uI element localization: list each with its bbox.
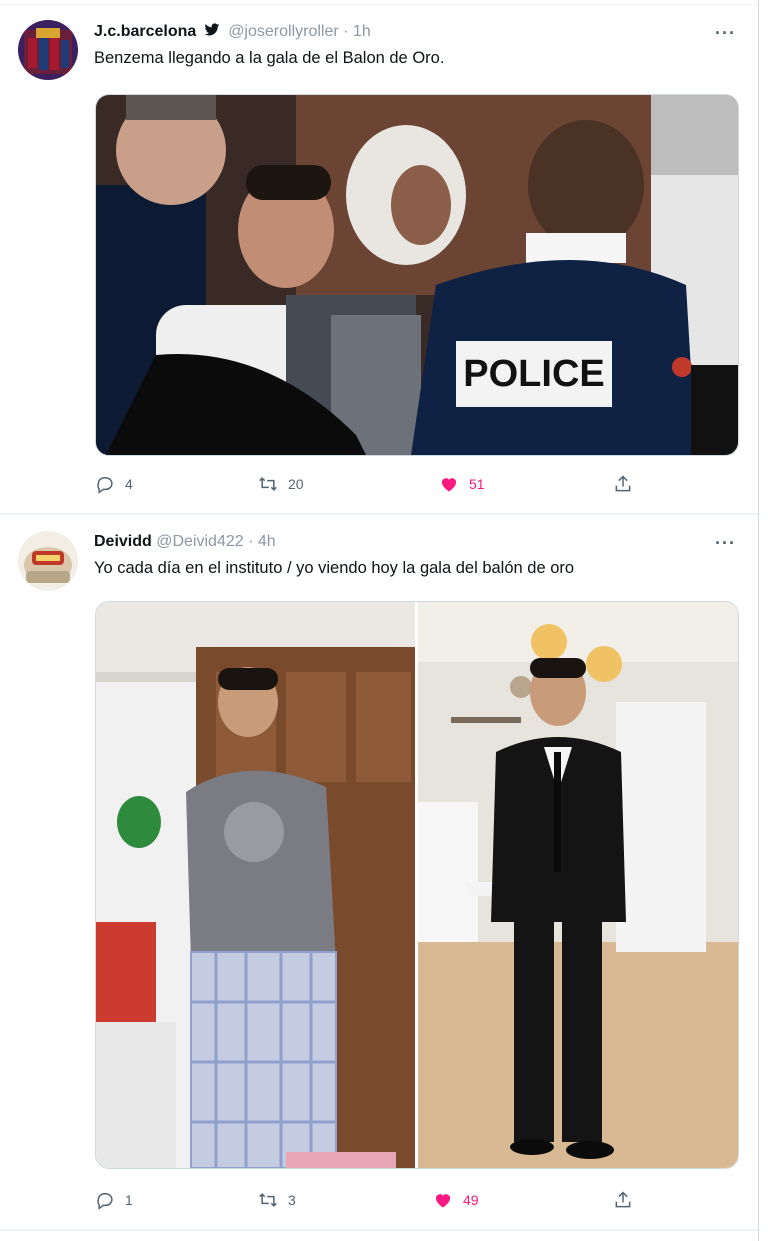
avatar[interactable]: [18, 20, 78, 80]
tweet-photo-collage[interactable]: [95, 601, 739, 1169]
tweet-actions: 1 3 49: [95, 1190, 655, 1214]
tweet-divider: [0, 1229, 758, 1231]
avatar[interactable]: [18, 531, 78, 591]
tweet-actions: 4 20 51: [95, 474, 655, 498]
like-count: 49: [463, 1192, 479, 1208]
more-icon[interactable]: ···: [715, 533, 736, 554]
like-button[interactable]: 51: [439, 474, 485, 494]
heart-icon: [435, 1194, 451, 1208]
handle[interactable]: @Deivid422: [156, 533, 243, 550]
reply-button[interactable]: 1: [95, 1190, 133, 1210]
retweet-button[interactable]: 20: [258, 474, 304, 494]
tweet-header: J.c.barcelona @joserollyroller · 1h: [94, 23, 371, 41]
tweet-2[interactable]: Deividd @Deivid422 · 4h ··· Yo cada día …: [0, 515, 758, 1229]
timeline-border: [758, 0, 759, 1241]
retweet-button[interactable]: 3: [258, 1190, 296, 1210]
verified-bird-icon: [204, 23, 220, 36]
retweet-icon: [259, 477, 277, 491]
share-icon: [615, 475, 631, 492]
tweet-1[interactable]: J.c.barcelona @joserollyroller · 1h ··· …: [0, 5, 758, 513]
like-count: 51: [469, 476, 485, 492]
tweet-text: Yo cada día en el instituto / yo viendo …: [94, 559, 575, 577]
retweet-icon: [259, 1193, 277, 1207]
reply-icon: [97, 476, 113, 494]
share-icon: [615, 1191, 631, 1208]
police-patch-text: POLICE: [463, 353, 604, 395]
more-icon[interactable]: ···: [715, 23, 736, 44]
tweet-text: Benzema llegando a la gala de el Balon d…: [94, 49, 445, 67]
display-name[interactable]: Deividd: [94, 533, 152, 550]
retweet-count: 20: [288, 476, 304, 492]
reply-count: 4: [125, 476, 133, 492]
share-button[interactable]: [613, 474, 633, 494]
reply-icon: [97, 1192, 113, 1210]
like-button[interactable]: 49: [433, 1190, 479, 1210]
reply-button[interactable]: 4: [95, 474, 133, 494]
separator-dot: ·: [343, 23, 349, 40]
heart-icon: [441, 478, 457, 492]
retweet-count: 3: [288, 1192, 296, 1208]
display-name[interactable]: J.c.barcelona: [94, 23, 196, 40]
tweet-header: Deividd @Deivid422 · 4h: [94, 533, 276, 551]
timestamp[interactable]: 4h: [258, 533, 276, 550]
separator-dot: ·: [248, 533, 254, 550]
tweet-photo[interactable]: POLICE: [95, 94, 739, 456]
share-button[interactable]: [613, 1190, 633, 1210]
timestamp[interactable]: 1h: [353, 23, 371, 40]
reply-count: 1: [125, 1192, 133, 1208]
handle[interactable]: @joserollyroller: [228, 23, 339, 40]
